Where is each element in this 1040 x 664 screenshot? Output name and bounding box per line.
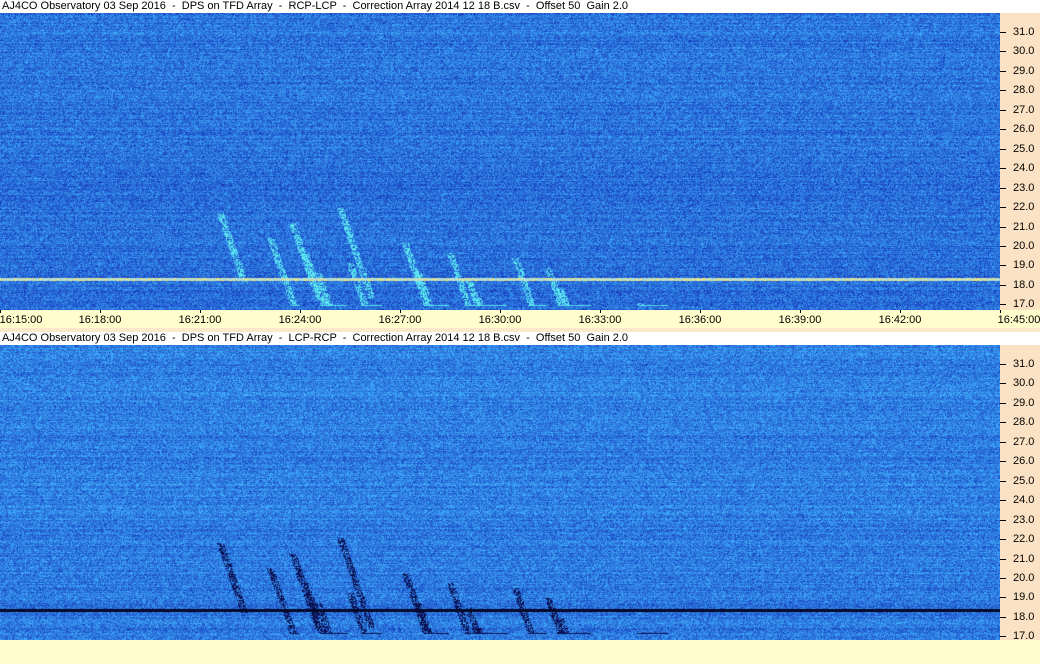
time-tick-label: 16:18:00 [78,314,122,326]
frequency-tick-label: 17.0 [1013,298,1035,311]
time-tick-label: 16:39:00 [778,314,822,326]
frequency-tick [1000,207,1006,209]
frequency-tick-label: 30.0 [1013,377,1035,390]
time-tick-label: 16:15:00 [0,314,43,326]
frequency-tick-label: 30.0 [1013,45,1035,58]
frequency-tick [1000,187,1006,189]
frequency-tick-label: 22.0 [1013,201,1035,214]
time-tick-label: 16:24:00 [278,314,322,326]
frequency-tick [1000,129,1006,131]
frequency-tick [1000,500,1006,502]
panel-1-title: AJ4CO Observatory 03 Sep 2016 - DPS on T… [0,0,1040,13]
frequency-tick [1000,226,1006,228]
panel-2-title: AJ4CO Observatory 03 Sep 2016 - DPS on T… [0,332,1040,345]
time-tick [300,310,301,313]
frequency-tick-label: 18.0 [1013,278,1035,291]
frequency-tick [1000,70,1006,72]
frequency-tick-label: 27.0 [1013,435,1035,448]
frequency-tick-label: 19.0 [1013,259,1035,272]
frequency-tick-label: 28.0 [1013,84,1035,97]
frequency-tick-label: 20.0 [1013,571,1035,584]
time-axis: 16:15:00 16:18:00 16:21:00 16:24:00 16:27:00… [0,310,1040,328]
spectrogram-rcp-lcp[interactable] [0,13,1000,310]
time-tick-label: 16:21:00 [178,314,222,326]
frequency-tick-label: 29.0 [1013,64,1035,77]
frequency-tick [1000,422,1006,424]
frequency-tick-label: 25.0 [1013,474,1035,487]
frequency-tick [1000,51,1006,53]
frequency-tick [1000,539,1006,541]
frequency-tick [1000,461,1006,463]
spectrogram-lcp-rcp[interactable] [0,345,1000,640]
frequency-tick-label: 20.0 [1013,239,1035,252]
frequency-tick-label: 23.0 [1013,181,1035,194]
frequency-tick [1000,168,1006,170]
time-tick-label: 16:45:00 [997,314,1040,326]
frequency-tick [1000,616,1006,618]
frequency-tick-label: 27.0 [1013,103,1035,116]
frequency-tick [1000,441,1006,443]
frequency-tick [1000,284,1006,286]
frequency-tick [1000,519,1006,521]
frequency-tick-label: 26.0 [1013,455,1035,468]
frequency-tick [1000,364,1006,365]
frequency-tick-label: 21.0 [1013,220,1035,233]
frequency-tick [1000,32,1006,33]
frequency-tick [1000,265,1006,267]
frequency-tick [1000,148,1006,150]
frequency-tick [1000,245,1006,247]
frequency-tick-label: 24.0 [1013,494,1035,507]
frequency-axis-2: 31.0 30.0 29.0 28.0 27.0 26.0 25.0 24.0 23.0 22.0… [1000,345,1040,642]
frequency-tick-label: 29.0 [1013,396,1035,409]
time-tick [900,310,901,313]
time-tick [200,310,201,313]
time-tick-label: 16:27:00 [378,314,422,326]
frequency-tick [1000,109,1006,111]
frequency-tick [1000,480,1006,482]
frequency-tick-label: 19.0 [1013,591,1035,604]
time-tick [1000,310,1001,313]
time-tick-label: 16:33:00 [578,314,622,326]
frequency-tick [1000,90,1006,92]
time-tick-label: 16:30:00 [478,314,522,326]
time-tick [0,310,1,313]
frequency-tick-label: 21.0 [1013,552,1035,565]
time-tick [100,310,101,313]
frequency-tick-label: 24.0 [1013,162,1035,175]
frequency-tick [1000,304,1006,306]
frequency-tick-label: 26.0 [1013,123,1035,136]
time-tick [400,310,401,313]
frequency-tick-label: 31.0 [1013,26,1035,38]
time-tick [800,310,801,313]
frequency-tick-label: 23.0 [1013,513,1035,526]
bottom-strip [0,640,1040,664]
time-tick-label: 16:42:00 [878,314,922,326]
frequency-tick-label: 25.0 [1013,142,1035,155]
time-tick-label: 16:36:00 [678,314,722,326]
time-tick [700,310,701,313]
frequency-tick [1000,402,1006,404]
frequency-tick-label: 22.0 [1013,533,1035,546]
frequency-tick-label: 18.0 [1013,610,1035,623]
frequency-tick-label: 31.0 [1013,358,1035,370]
time-tick [600,310,601,313]
frequency-tick [1000,383,1006,385]
time-tick [500,310,501,313]
frequency-axis-1: 31.0 30.0 29.0 28.0 27.0 26.0 25.0 24.0 23.0 22.0… [1000,13,1040,310]
frequency-tick [1000,636,1006,638]
frequency-tick [1000,597,1006,599]
frequency-tick [1000,558,1006,560]
frequency-tick [1000,577,1006,579]
frequency-tick-label: 28.0 [1013,416,1035,429]
